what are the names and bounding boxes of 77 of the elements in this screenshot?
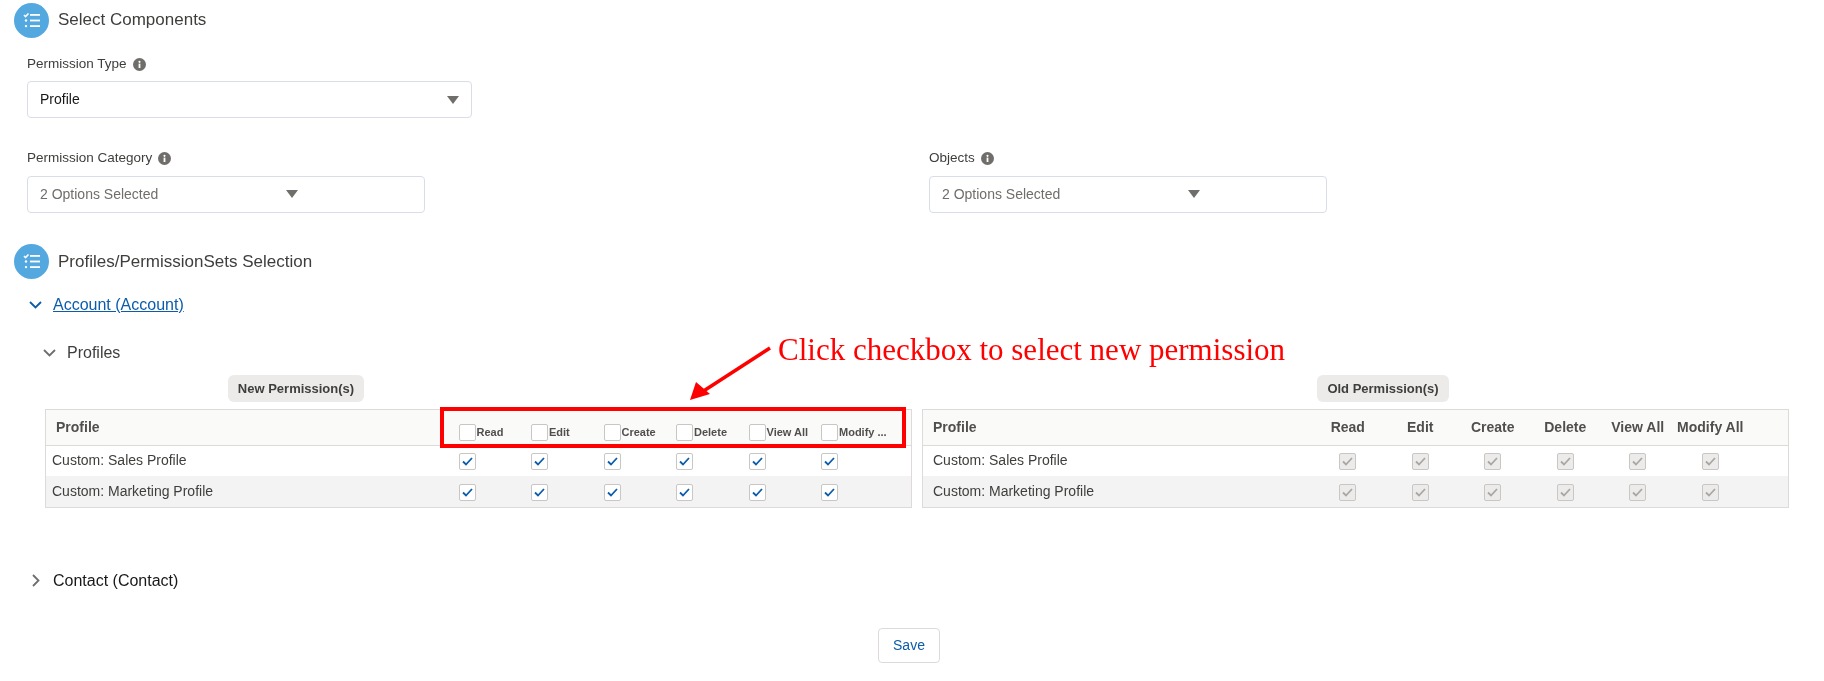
checkmark-icon: [751, 487, 763, 497]
multiselect-field[interactable]: 2 Options Selected: [27, 175, 425, 213]
column-header: Read: [1330, 418, 1365, 435]
list-check-icon: [14, 2, 49, 38]
section-title: Select Components: [58, 9, 207, 32]
column-header: Create: [621, 424, 656, 440]
table-cell: Custom: Marketing Profile: [933, 482, 1095, 499]
column-header: Edit: [1407, 418, 1434, 435]
field-label: Permission Category: [27, 149, 153, 168]
checkbox[interactable]: [821, 423, 838, 441]
dropdown-caret-icon: [286, 190, 299, 198]
checkbox[interactable]: [821, 483, 838, 501]
info-icon[interactable]: [158, 151, 172, 165]
column-header: Delete: [1544, 418, 1587, 435]
checkmark-icon: [1632, 487, 1644, 497]
permission-label: Old Permission(s): [1317, 374, 1449, 402]
checkbox[interactable]: [821, 453, 838, 471]
group-toggle[interactable]: Profiles: [67, 340, 121, 365]
column-header: Modify All: [1677, 418, 1744, 435]
checkmark-icon: [534, 487, 545, 497]
checkmark-icon: [461, 487, 473, 497]
multiselect-field[interactable]: 2 Options Selected: [929, 175, 1327, 213]
picklist-field[interactable]: Profile: [27, 81, 472, 119]
column-header: Create: [1470, 418, 1515, 435]
info-icon[interactable]: [132, 57, 146, 71]
checkmark-icon: [1342, 487, 1354, 497]
checkbox[interactable]: [676, 483, 693, 501]
field-label: Objects: [929, 149, 975, 168]
checkbox[interactable]: [531, 453, 548, 471]
table-cell: Custom: Sales Profile: [933, 452, 1068, 469]
column-header: Read: [476, 424, 504, 440]
table-cell: Custom: Sales Profile: [52, 452, 187, 469]
checkmark-icon: [1559, 487, 1571, 497]
checkmark-icon: [1487, 457, 1499, 467]
dropdown-caret-icon: [1188, 190, 1201, 198]
checkbox[interactable]: [531, 483, 548, 501]
checkbox[interactable]: [603, 453, 621, 471]
checkmark-icon: [606, 457, 618, 467]
column-header: Modify ...: [839, 424, 887, 440]
checkmark-icon: [679, 457, 690, 467]
section-title: Profiles/PermissionSets Selection: [58, 250, 313, 273]
list-check-icon: [14, 244, 49, 279]
checkmark-icon: [1704, 457, 1716, 467]
column-header: Edit: [549, 424, 570, 440]
object-toggle[interactable]: Contact (Contact): [53, 568, 179, 593]
checkmark-icon: [1632, 457, 1644, 467]
checkbox[interactable]: [676, 453, 693, 471]
checkmark-icon: [534, 457, 545, 467]
checkmark-icon: [1414, 457, 1426, 467]
checkmark-icon: [1487, 487, 1499, 497]
checkbox[interactable]: [531, 423, 548, 441]
checkmark-icon: [1559, 457, 1571, 467]
checkmark-icon: [461, 457, 473, 467]
object-link[interactable]: Account (Account): [53, 292, 184, 317]
checkmark-icon: [606, 487, 618, 497]
checkmark-icon: [1342, 457, 1354, 467]
field-label: Permission Type: [27, 55, 127, 73]
checkmark-icon: [679, 487, 690, 497]
table-cell: Custom: Marketing Profile: [52, 482, 214, 499]
checkmark-icon: [1704, 487, 1716, 497]
checkbox[interactable]: [748, 453, 766, 471]
column-header: Delete: [694, 424, 728, 440]
column-header: Profile: [56, 418, 100, 435]
annotation-text: Click checkbox to select new permission: [778, 330, 1286, 369]
column-header: Profile: [933, 418, 977, 435]
permission-label: New Permission(s): [227, 374, 365, 402]
save-button[interactable]: Save: [878, 627, 940, 663]
checkbox[interactable]: [458, 453, 476, 471]
checkmark-icon: [824, 487, 835, 497]
checkbox[interactable]: [676, 423, 693, 441]
checkmark-icon: [1414, 487, 1426, 497]
checkmark-icon: [751, 457, 763, 467]
dropdown-caret-icon: [447, 95, 459, 104]
checkmark-icon: [824, 457, 835, 467]
column-header: View All: [766, 424, 809, 440]
column-header: View All: [1611, 418, 1665, 435]
info-icon[interactable]: [980, 151, 994, 165]
